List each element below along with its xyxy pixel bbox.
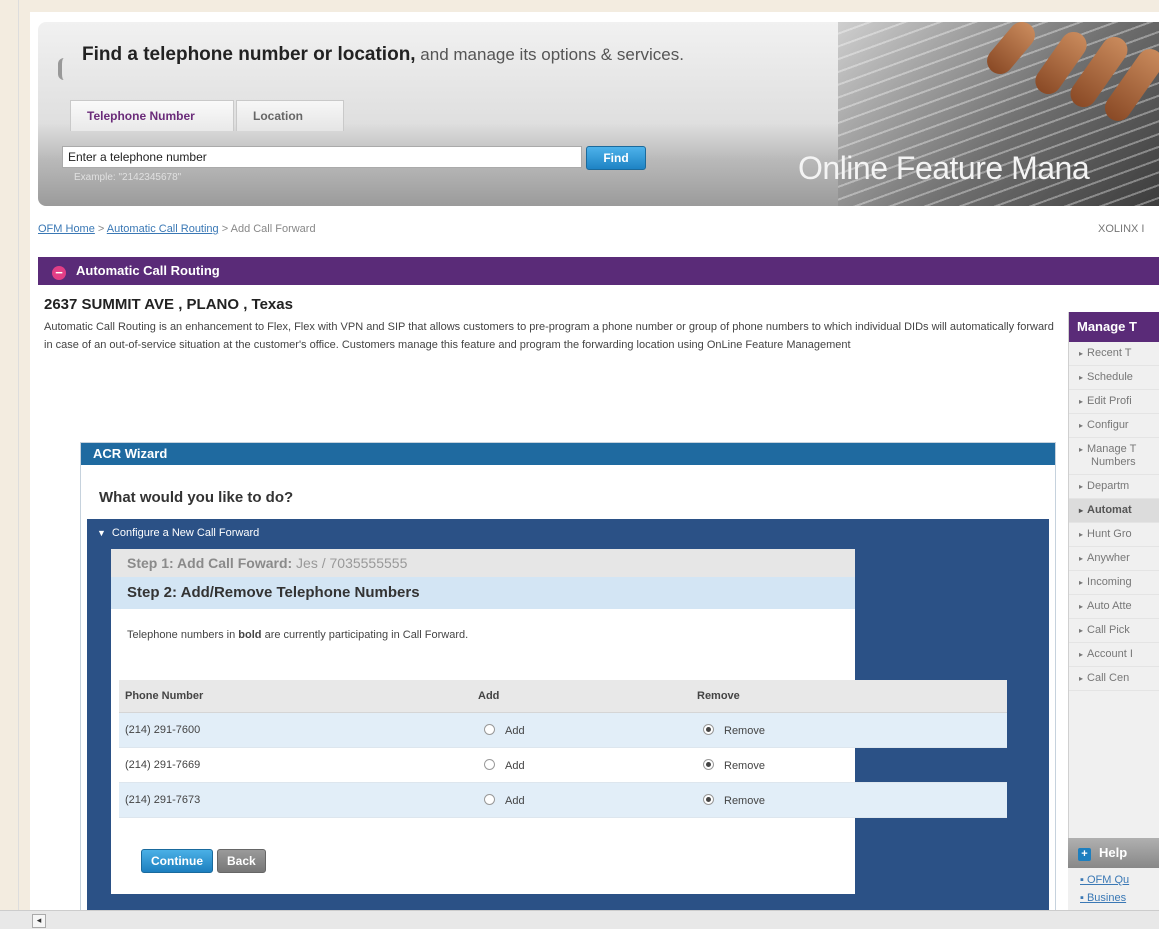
banner-title: Online Feature Mana [798, 150, 1090, 186]
quote-icon [58, 58, 70, 80]
sidebar-item-hunt-group[interactable]: ▸ Hunt Gro [1069, 523, 1159, 547]
service-address: 2637 SUMMIT AVE , PLANO , Texas [44, 296, 293, 313]
sidebar-item-account[interactable]: ▸ Account I [1069, 643, 1159, 667]
add-radio[interactable] [484, 793, 495, 805]
telephone-search-input[interactable] [62, 146, 582, 168]
sidebar-item-schedule[interactable]: ▸ Schedule [1069, 366, 1159, 390]
sidebar-item-edit-profile[interactable]: ▸ Edit Profi [1069, 390, 1159, 414]
remove-radio[interactable] [703, 793, 714, 805]
search-bar: Find Example: "2142345678" [38, 130, 758, 206]
sidebar-item-configure[interactable]: ▸ Configur [1069, 414, 1159, 438]
table-row: (214) 291-7673 Add Remove [119, 782, 1007, 818]
tab-telephone-number[interactable]: Telephone Number [70, 100, 234, 131]
breadcrumb-current: Add Call Forward [230, 223, 316, 235]
remove-radio[interactable] [703, 723, 714, 735]
add-radio[interactable] [484, 758, 495, 770]
help-header[interactable]: + Help [1068, 838, 1159, 868]
acr-description: Automatic Call Routing is an enhancement… [44, 321, 1054, 351]
sidebar-item-anywhere[interactable]: ▸ Anywher [1069, 547, 1159, 571]
wizard-steps: Step 1: Add Call Foward: Jes / 703555555… [111, 549, 1007, 894]
add-radio[interactable] [484, 723, 495, 735]
column-remove: Remove [691, 680, 1007, 713]
bold-note: Telephone numbers in bold are currently … [127, 629, 469, 641]
breadcrumb-home-link[interactable]: OFM Home [38, 223, 95, 235]
manage-sidebar: Manage T ▸ Recent T ▸ Schedule ▸ Edit Profi… [1068, 312, 1159, 852]
collapse-icon[interactable]: − [52, 266, 66, 280]
phone-number: (214) 291-7673 [119, 782, 472, 818]
add-option[interactable]: Add [472, 712, 691, 748]
wizard-question: What would you like to do? [99, 489, 294, 506]
sidebar-item-automatic[interactable]: ▸ Automat [1069, 499, 1159, 523]
remove-radio[interactable] [703, 758, 714, 770]
sidebar-item-call-center[interactable]: ▸ Call Cen [1069, 667, 1159, 691]
sidebar-item-call-pickup[interactable]: ▸ Call Pick [1069, 619, 1159, 643]
column-add: Add [472, 680, 691, 713]
remove-option[interactable]: Remove [691, 782, 1007, 818]
user-label: XOLINX I [1098, 223, 1145, 235]
help-link-business[interactable]: ▪ Busines [1068, 886, 1159, 904]
browser-frame: Find a telephone number or location, and… [0, 0, 1159, 929]
wizard-title: ACR Wizard [81, 443, 1055, 465]
step-2: Step 2: Add/Remove Telephone Numbers [111, 577, 855, 609]
configure-toggle[interactable]: ▼ Configure a New Call Forward [97, 527, 259, 539]
tab-location[interactable]: Location [236, 100, 344, 131]
sidebar-item-incoming[interactable]: ▸ Incoming [1069, 571, 1159, 595]
scroll-left-icon[interactable]: ◂ [32, 914, 46, 928]
left-gutter [0, 0, 19, 928]
sidebar-item-recent[interactable]: ▸ Recent T [1069, 342, 1159, 366]
acr-wizard: ACR Wizard What would you like to do? ▼ C… [80, 442, 1056, 914]
continue-button[interactable]: Continue [141, 849, 213, 873]
search-hero: Find a telephone number or location, and… [38, 22, 1159, 206]
expand-triangle-icon: ▼ [97, 528, 106, 538]
remove-option[interactable]: Remove [691, 747, 1007, 783]
wizard-actions: Continue Back [141, 849, 270, 873]
find-button[interactable]: Find [586, 146, 646, 170]
sidebar-item-department[interactable]: ▸ Departm [1069, 475, 1159, 499]
page: Find a telephone number or location, and… [30, 12, 1159, 914]
hero-title: Find a telephone number or location, and… [82, 44, 684, 65]
search-example: Example: "2142345678" [74, 172, 182, 183]
phone-number: (214) 291-7669 [119, 747, 472, 783]
help-panel: + Help ▪ OFM Qu ▪ Busines [1068, 838, 1159, 910]
add-option[interactable]: Add [472, 747, 691, 783]
help-link-ofm[interactable]: ▪ OFM Qu [1068, 868, 1159, 886]
sidebar-item-manage-numbers[interactable]: ▸ Manage T Numbers [1069, 438, 1159, 475]
phone-number: (214) 291-7600 [119, 712, 472, 748]
table-row: (214) 291-7669 Add Remove [119, 747, 1007, 783]
back-button[interactable]: Back [217, 849, 266, 873]
column-phone-number: Phone Number [119, 680, 472, 713]
expand-plus-icon[interactable]: + [1078, 848, 1091, 861]
step-1: Step 1: Add Call Foward: Jes / 703555555… [111, 549, 855, 577]
table-header: Phone Number Add Remove [119, 680, 1007, 713]
acr-section-header[interactable]: − Automatic Call Routing [38, 257, 1159, 285]
configure-call-forward-panel: ▼ Configure a New Call Forward Step 1: Ad… [87, 519, 1049, 913]
add-option[interactable]: Add [472, 782, 691, 818]
phone-number-table: Phone Number Add Remove (214) 291-7600 A… [119, 680, 1007, 818]
horizontal-scrollbar[interactable]: ◂ [0, 910, 1159, 929]
sidebar-item-auto-attendant[interactable]: ▸ Auto Atte [1069, 595, 1159, 619]
remove-option[interactable]: Remove [691, 712, 1007, 748]
manage-title: Manage T [1069, 312, 1159, 342]
breadcrumb-acr-link[interactable]: Automatic Call Routing [107, 223, 219, 235]
breadcrumb: OFM Home > Automatic Call Routing > Add … [38, 223, 316, 235]
table-row: (214) 291-7600 Add Remove [119, 712, 1007, 748]
